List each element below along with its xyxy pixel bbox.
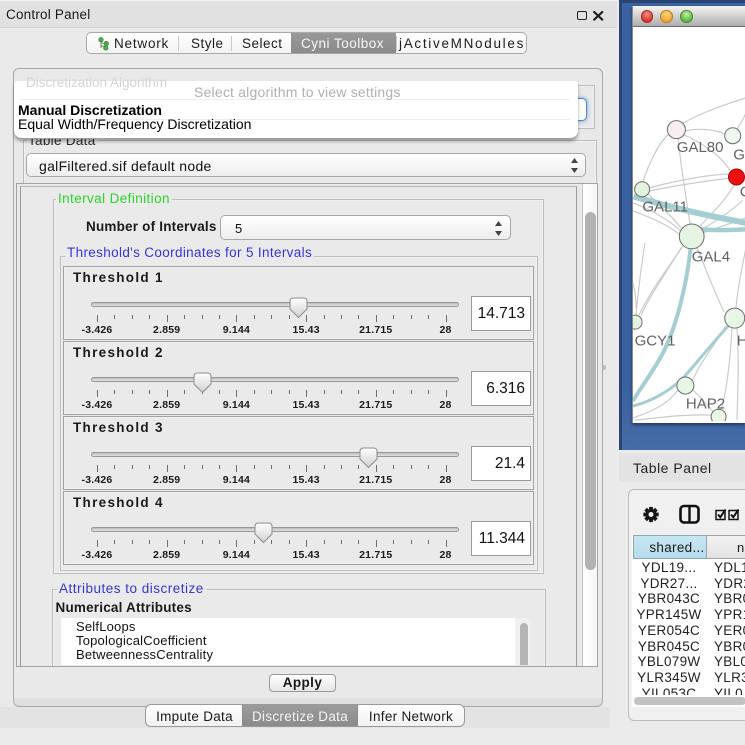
svg-text:C: C bbox=[739, 183, 745, 200]
svg-text:GA: GA bbox=[733, 146, 745, 163]
svg-text:GAL4: GAL4 bbox=[691, 248, 729, 265]
svg-text:GAL80: GAL80 bbox=[676, 139, 723, 156]
svg-text:HAP2: HAP2 bbox=[685, 395, 724, 412]
svg-text:GAL11: GAL11 bbox=[642, 198, 688, 215]
svg-text:GCY1: GCY1 bbox=[634, 332, 675, 349]
svg-text:H: H bbox=[736, 332, 745, 349]
